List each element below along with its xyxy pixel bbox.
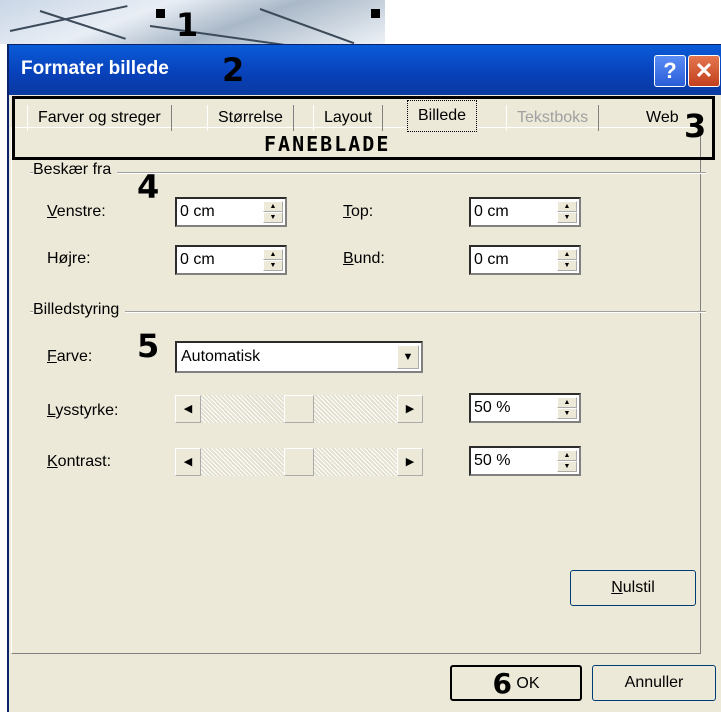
crop-right-value: 0 cm	[180, 251, 215, 268]
crop-left-label: Venstre:	[47, 203, 106, 220]
spin-up-icon[interactable]: ▲	[557, 249, 577, 260]
brightness-label: Lysstyrke:	[47, 402, 119, 419]
crop-left-value: 0 cm	[180, 203, 215, 220]
callout-6: 6	[492, 666, 512, 700]
cancel-button[interactable]: Annuller	[592, 665, 716, 701]
slider-thumb[interactable]	[284, 395, 314, 423]
spin-down-icon[interactable]: ▼	[557, 212, 577, 223]
contrast-label: Kontrast:	[47, 453, 112, 470]
spin-up-icon[interactable]: ▲	[263, 201, 283, 212]
crop-top-label: Top:	[343, 203, 374, 220]
crop-right-label: Højre:	[47, 250, 91, 267]
crop-bottom-label: Bund:	[343, 250, 385, 267]
callout-2: 2	[222, 51, 245, 89]
help-button[interactable]: ?	[654, 55, 686, 87]
crop-bottom-spinner[interactable]: 0 cm ▲ ▼	[469, 245, 581, 275]
arrow-right-icon[interactable]: ▶	[397, 448, 423, 476]
ok-button[interactable]: 6 OK	[450, 665, 582, 701]
spin-down-icon[interactable]: ▼	[263, 260, 283, 271]
dialog-title: Formater billede	[21, 58, 169, 79]
crop-bottom-value: 0 cm	[474, 251, 509, 268]
callout-3: 3	[684, 107, 707, 145]
spin-up-icon[interactable]: ▲	[557, 201, 577, 212]
callout-1: 1	[176, 6, 199, 44]
brightness-spinner[interactable]: 50 % ▲ ▼	[469, 393, 581, 423]
chevron-down-icon[interactable]: ▼	[397, 345, 419, 369]
title-bar[interactable]: Formater billede 2 ? ✕	[9, 45, 721, 95]
image-control-group-title: Billedstyring	[33, 301, 126, 319]
close-button[interactable]: ✕	[688, 55, 720, 87]
tab-area-label: FANEBLADE	[264, 132, 391, 156]
contrast-value: 50 %	[474, 452, 511, 469]
selection-handle[interactable]	[371, 9, 380, 18]
spin-down-icon[interactable]: ▼	[557, 408, 577, 419]
arrow-left-icon[interactable]: ◀	[175, 448, 201, 476]
crop-right-spinner[interactable]: 0 cm ▲ ▼	[175, 245, 287, 275]
crop-left-spinner[interactable]: 0 cm ▲ ▼	[175, 197, 287, 227]
arrow-left-icon[interactable]: ◀	[175, 395, 201, 423]
color-dropdown-value: Automatisk	[181, 348, 261, 365]
brightness-slider[interactable]: ◀ ▶	[175, 395, 423, 423]
crop-group-title: Beskær fra	[33, 161, 118, 179]
reset-button[interactable]: Nulstil	[570, 570, 696, 606]
brightness-value: 50 %	[474, 399, 511, 416]
slider-thumb[interactable]	[284, 448, 314, 476]
spin-up-icon[interactable]: ▲	[263, 249, 283, 260]
spin-down-icon[interactable]: ▼	[557, 461, 577, 472]
contrast-slider[interactable]: ◀ ▶	[175, 448, 423, 476]
callout-5: 5	[137, 327, 160, 365]
spin-up-icon[interactable]: ▲	[557, 397, 577, 408]
spin-down-icon[interactable]: ▼	[263, 212, 283, 223]
callout-4: 4	[137, 168, 160, 206]
group-divider	[30, 172, 706, 174]
spin-down-icon[interactable]: ▼	[557, 260, 577, 271]
contrast-spinner[interactable]: 50 % ▲ ▼	[469, 446, 581, 476]
group-divider	[30, 311, 706, 313]
arrow-right-icon[interactable]: ▶	[397, 395, 423, 423]
crop-top-value: 0 cm	[474, 203, 509, 220]
spin-up-icon[interactable]: ▲	[557, 450, 577, 461]
crop-top-spinner[interactable]: 0 cm ▲ ▼	[469, 197, 581, 227]
color-dropdown[interactable]: Automatisk ▼	[175, 341, 423, 373]
color-label: Farve:	[47, 348, 93, 365]
selection-handle[interactable]	[156, 9, 165, 18]
